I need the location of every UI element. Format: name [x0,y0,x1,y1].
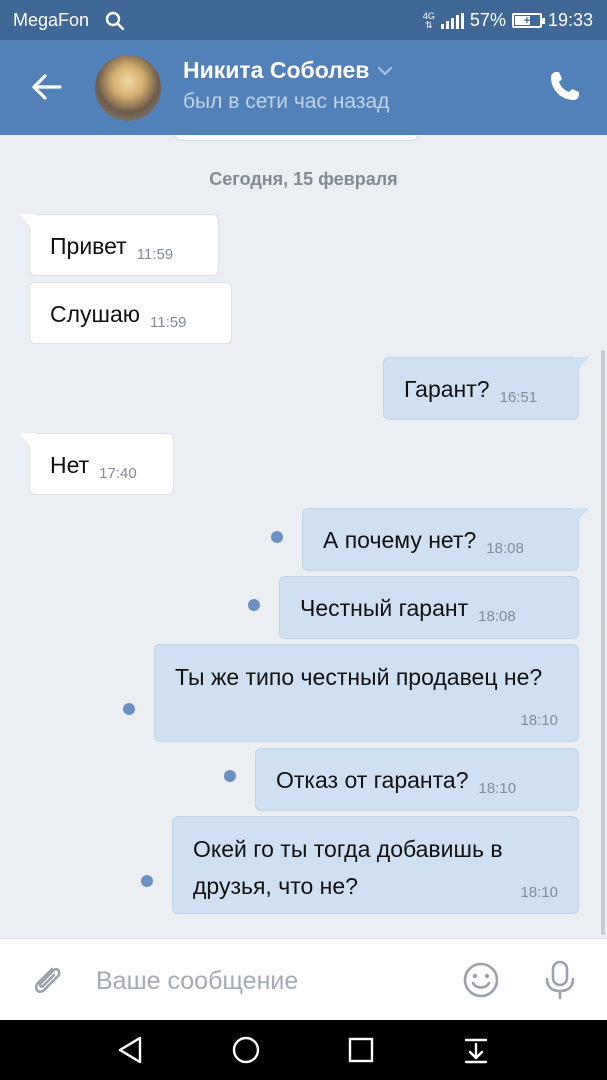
network-type: 4G ⇅ [422,10,435,30]
message-incoming[interactable]: Нет 17:40 [19,433,174,495]
bubble-tail [573,357,589,375]
circle-home-icon[interactable] [230,1034,262,1066]
message-text: Отказ от гаранта? [276,767,469,793]
message-text: А почему нет? [323,527,477,553]
message-time: 11:59 [150,314,187,331]
contact-info[interactable]: Никита Соболев был в сети час назад [183,57,393,114]
message-outgoing[interactable]: Честный гарант 18:08 [279,576,579,639]
message-text: Слушаю [50,301,141,327]
unread-indicator [141,875,153,887]
unread-indicator [271,531,283,543]
clock: 19:33 [547,10,593,30]
square-recents-icon[interactable] [345,1034,377,1066]
unread-indicator [248,599,260,611]
message-time: 18:08 [478,608,516,625]
message-text: Привет [50,233,127,259]
search-icon [105,11,125,30]
unread-indicator [123,703,135,715]
avatar[interactable] [95,55,161,121]
microphone-icon[interactable] [540,959,580,1001]
message-outgoing[interactable]: А почему нет? 18:08 [302,508,589,571]
message-time: 18:10 [520,884,558,901]
chevron-down-icon [378,66,393,76]
message-time: 17:40 [99,465,137,482]
message-incoming[interactable]: Привет 11:59 [19,214,219,276]
pull-down-icon[interactable] [460,1034,492,1066]
message-text: Честный гарант [300,595,469,621]
triangle-back-icon[interactable] [115,1034,147,1066]
message-text: Ты же типо честный продавец не? [175,664,543,690]
message-time: 18:10 [520,712,558,729]
paperclip-icon[interactable] [28,961,66,999]
message-text: Окей го ты тогда добавишь в друзья, что … [193,836,503,899]
bubble-tail [19,433,35,451]
bubble-tail [573,508,589,526]
message-input[interactable]: Ваше сообщение [96,967,298,996]
message-time: 16:51 [499,389,538,406]
carrier-name: MegaFon [13,10,90,30]
message-composer: Ваше сообщение [0,938,607,1020]
message-list[interactable]: Сегодня, 15 февраля Привет 11:59 Слушаю 11… [0,135,607,938]
message-time: 18:10 [478,780,517,797]
message-text: Гарант? [404,376,490,402]
contact-name: Никита Соболев [183,57,370,83]
battery-percent: 57% [469,10,506,30]
signal-icon [440,12,464,29]
message-outgoing[interactable]: Ты же типо честный продавец не? 18:10 [154,644,579,742]
phone-icon[interactable] [547,68,583,104]
message-outgoing[interactable]: Гарант? 16:51 [383,357,589,420]
unread-indicator [224,770,236,782]
message-incoming[interactable]: Слушаю 11:59 [29,282,232,344]
status-bar: MegaFon 4G ⇅ 57% + 19:33 [0,0,607,40]
message-text: Нет [50,452,90,478]
scrollbar[interactable] [601,350,605,935]
date-separator: Сегодня, 15 февраля [209,169,398,189]
chat-header: Никита Соболев был в сети час назад [0,40,607,135]
previous-message-fragment [175,135,418,141]
system-nav-bar [0,1020,607,1080]
smile-icon[interactable] [462,961,500,999]
message-time: 18:08 [486,540,524,557]
message-time: 11:59 [136,246,174,263]
message-outgoing[interactable]: Отказ от гаранта? 18:10 [255,748,579,811]
message-outgoing[interactable]: Окей го ты тогда добавишь в друзья, что … [172,816,579,914]
battery-icon: + [511,13,545,28]
arrow-left-icon[interactable] [30,70,64,104]
bubble-tail [19,214,35,232]
last-seen: был в сети час назад [183,90,390,113]
